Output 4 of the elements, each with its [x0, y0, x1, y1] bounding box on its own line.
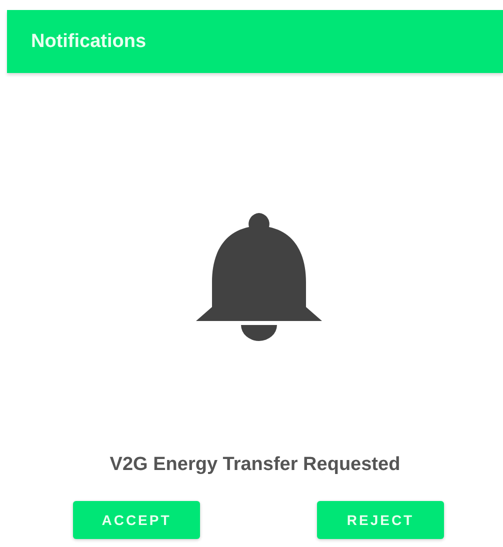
accept-button[interactable]: ACCEPT — [73, 501, 200, 539]
notification-message: V2G Energy Transfer Requested — [108, 454, 402, 476]
reject-button[interactable]: REJECT — [317, 501, 444, 539]
app-bar-title: Notifications — [31, 30, 146, 52]
